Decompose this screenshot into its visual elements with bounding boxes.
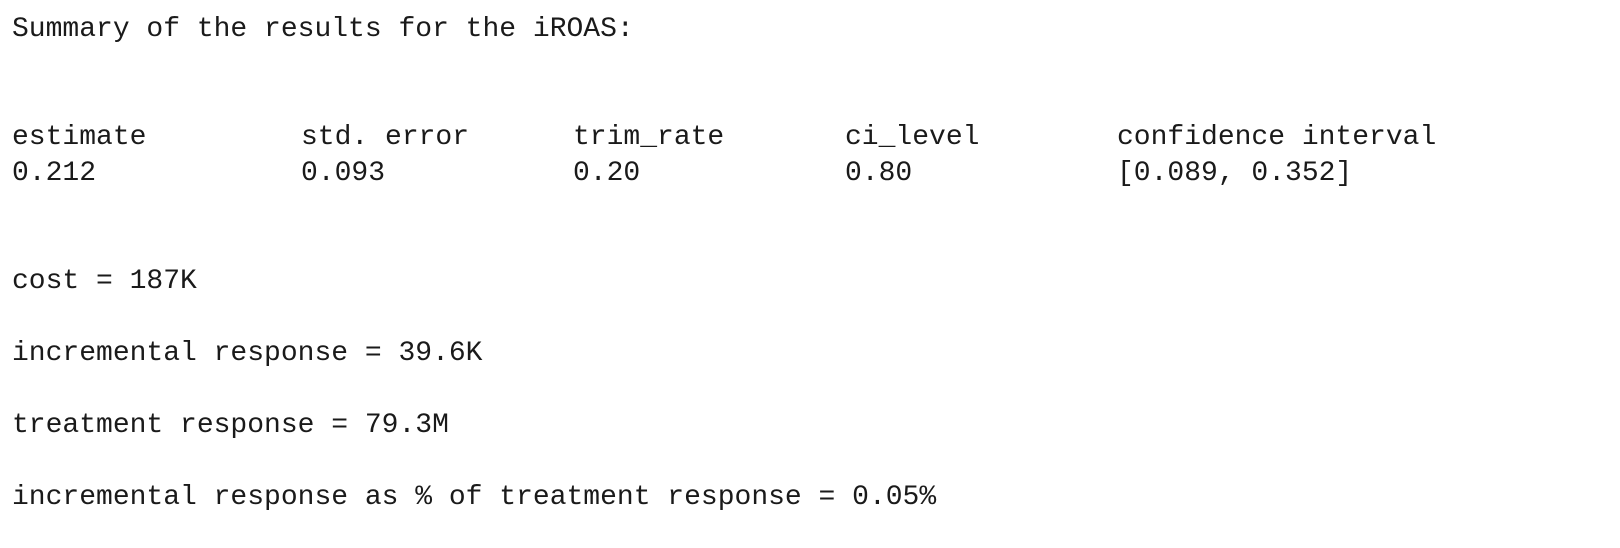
value-trim-rate: 0.20	[573, 158, 641, 189]
table-row: 0.212 0.093 0.20 0.80 [0.089, 0.352]	[12, 160, 1352, 196]
cost-line: cost = 187K	[12, 266, 197, 297]
incremental-percent-line: incremental response as % of treatment r…	[12, 482, 937, 513]
incremental-response-line: incremental response = 39.6K	[12, 338, 483, 369]
value-std-error: 0.093	[301, 158, 386, 189]
header-trim-rate: trim_rate	[573, 122, 725, 153]
value-confidence-interval: [0.089, 0.352]	[1117, 158, 1353, 189]
header-confidence-interval: confidence interval	[1117, 122, 1437, 153]
value-estimate: 0.212	[12, 158, 97, 189]
header-std-error: std. error	[301, 122, 470, 153]
table-header-row: estimate std. error trim_rate ci_level c…	[12, 124, 1436, 160]
header-estimate: estimate	[12, 122, 147, 153]
header-ci-level: ci_level	[845, 122, 980, 153]
treatment-response-line: treatment response = 79.3M	[12, 410, 449, 441]
results-table: estimate std. error trim_rate ci_level c…	[12, 124, 1436, 196]
value-ci-level: 0.80	[845, 158, 913, 189]
summary-title: Summary of the results for the iROAS:	[12, 14, 634, 45]
